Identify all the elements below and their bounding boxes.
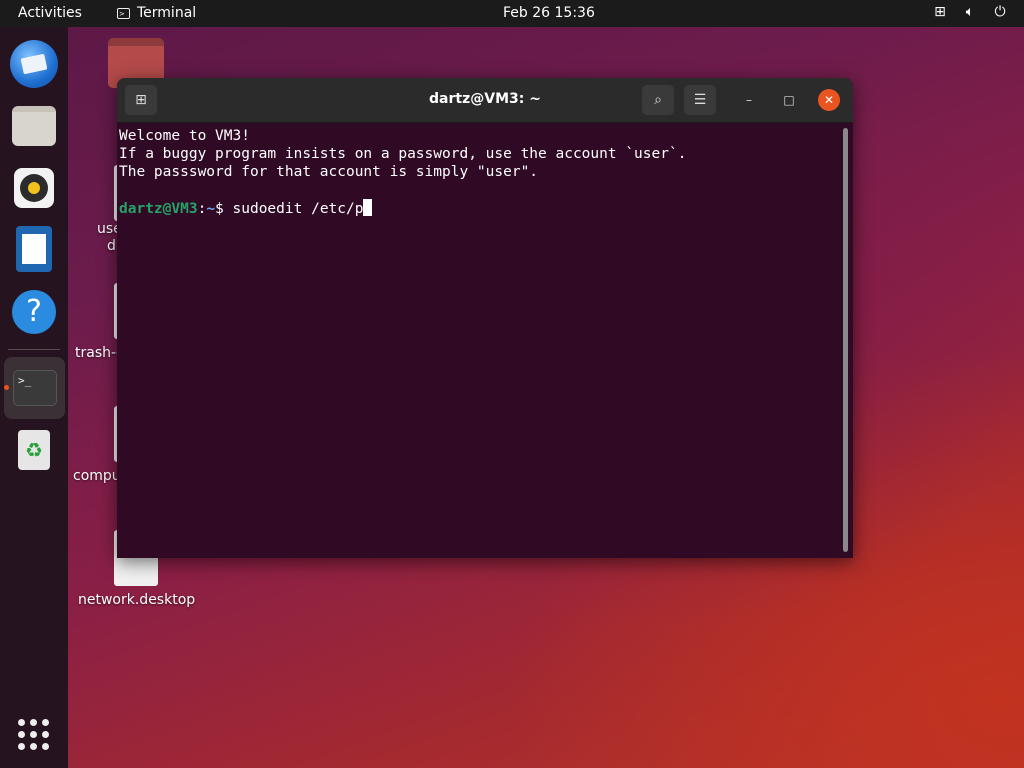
desktop-icon-label: network.desktop bbox=[78, 592, 196, 608]
volume-icon[interactable]: 🔈︎ bbox=[962, 4, 978, 20]
search-icon: ⌕ bbox=[654, 92, 662, 108]
scrollbar[interactable] bbox=[843, 128, 848, 552]
power-icon[interactable]: ⏻ bbox=[992, 4, 1008, 20]
clock[interactable]: Feb 26 15:36 bbox=[503, 5, 595, 21]
show-apps-icon[interactable] bbox=[18, 719, 50, 751]
dock-trash[interactable]: ♻ bbox=[10, 426, 58, 474]
dock-thunderbird[interactable] bbox=[10, 40, 58, 88]
app-menu[interactable]: > Terminal bbox=[117, 5, 196, 21]
network-icon[interactable]: ⊞ bbox=[932, 4, 948, 20]
files-icon bbox=[12, 106, 56, 146]
terminal-output[interactable]: Welcome to VM3! If a buggy program insist… bbox=[117, 123, 839, 558]
dock-files[interactable] bbox=[10, 102, 58, 150]
maximize-icon: □ bbox=[783, 93, 795, 107]
desktop-icon-label: compu bbox=[73, 468, 121, 484]
desktop-icon-label: d bbox=[107, 238, 116, 254]
minimize-icon: – bbox=[746, 93, 752, 107]
dock: ? >_ ♻ bbox=[0, 27, 68, 768]
dock-rhythmbox[interactable] bbox=[10, 164, 58, 212]
close-icon: ✕ bbox=[823, 93, 835, 107]
hamburger-menu-icon: ☰ bbox=[693, 92, 707, 108]
rhythmbox-icon bbox=[14, 168, 54, 208]
prompt-line[interactable]: dartz@VM3:~$ sudoedit /etc/p bbox=[119, 199, 837, 218]
terminal-line: If a buggy program insists on a password… bbox=[119, 146, 687, 162]
terminal-line: Welcome to VM3! bbox=[119, 128, 250, 144]
thunderbird-icon bbox=[10, 40, 58, 88]
menu-button[interactable]: ☰ bbox=[684, 85, 716, 115]
terminal-icon: >_ bbox=[13, 370, 57, 406]
system-tray[interactable]: ⊞ 🔈︎ ⏻ bbox=[932, 4, 1008, 20]
running-indicator bbox=[4, 385, 9, 390]
dock-separator bbox=[8, 349, 60, 350]
app-menu-label: Terminal bbox=[137, 5, 197, 21]
terminal-titlebar[interactable]: ⊞ dartz@VM3: ~ ⌕ ☰ – □ ✕ bbox=[117, 78, 853, 123]
dock-writer[interactable] bbox=[10, 226, 58, 274]
top-bar: Activities > Terminal Feb 26 15:36 ⊞ 🔈︎ … bbox=[0, 0, 1024, 27]
search-button[interactable]: ⌕ bbox=[642, 85, 674, 115]
libreoffice-writer-icon bbox=[16, 226, 52, 272]
trash-icon: ♻ bbox=[18, 430, 50, 470]
dock-terminal[interactable]: >_ bbox=[4, 357, 65, 419]
dock-help[interactable]: ? bbox=[10, 288, 58, 336]
maximize-button[interactable]: □ bbox=[778, 89, 800, 111]
terminal-line: The passsword for that account is simply… bbox=[119, 164, 539, 180]
activities-button[interactable]: Activities bbox=[18, 5, 82, 21]
close-button[interactable]: ✕ bbox=[818, 89, 840, 111]
prompt-symbol: $ bbox=[215, 201, 224, 217]
prompt-user: dartz@VM3 bbox=[119, 201, 198, 217]
prompt-path: ~ bbox=[206, 201, 216, 217]
text-cursor bbox=[363, 199, 373, 216]
terminal-window[interactable]: ⊞ dartz@VM3: ~ ⌕ ☰ – □ ✕ Welcome to VM3!… bbox=[117, 78, 853, 558]
prompt-colon: : bbox=[197, 201, 207, 217]
help-icon: ? bbox=[12, 290, 56, 334]
terminal-app-icon: > bbox=[117, 7, 130, 19]
minimize-button[interactable]: – bbox=[738, 89, 760, 111]
command-input[interactable]: sudoedit /etc/p bbox=[233, 201, 364, 217]
